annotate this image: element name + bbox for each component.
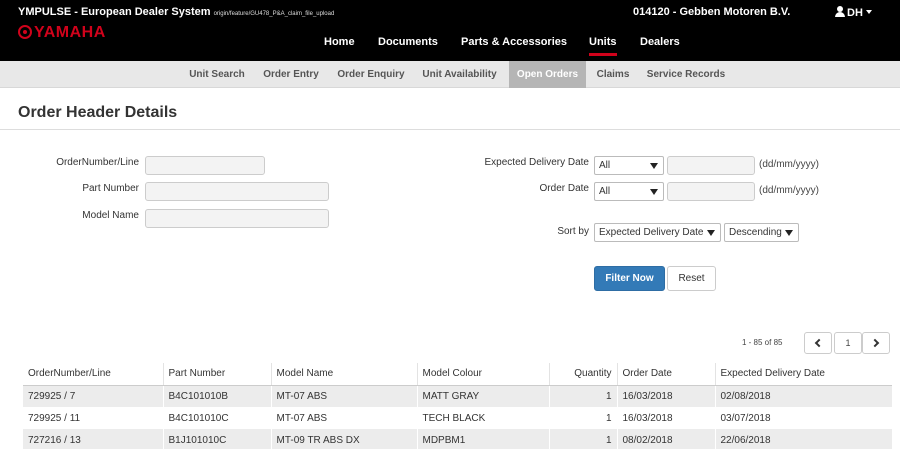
part-number-label: Part Number: [82, 183, 139, 194]
column-header-expected-delivery[interactable]: Expected Delivery Date: [715, 363, 892, 386]
chevron-left-icon: [814, 338, 824, 348]
dealer-name: 014120 - Gebben Motoren B.V.: [633, 6, 791, 18]
sort-direction-select[interactable]: Descending: [724, 223, 799, 242]
cell-model-name: MT-07 ABS: [271, 407, 418, 429]
next-page-button[interactable]: [862, 332, 890, 354]
cell-part-number: B4C101010B: [163, 385, 272, 407]
sort-by-label: Sort by: [557, 226, 589, 237]
branch-name: origin/feature/GU478_P&A_claim_file_uplo…: [213, 11, 335, 17]
column-header-model-colour[interactable]: Model Colour: [417, 363, 550, 386]
nav-units[interactable]: Units: [589, 36, 617, 56]
column-header-part-number[interactable]: Part Number: [163, 363, 272, 386]
subnav-service-records[interactable]: Service Records: [643, 61, 729, 88]
dropdown-arrow-icon: [650, 189, 658, 195]
reset-button[interactable]: Reset: [667, 266, 716, 291]
subnav-order-entry[interactable]: Order Entry: [257, 61, 325, 88]
order-date-input[interactable]: [667, 182, 755, 201]
nav-home[interactable]: Home: [324, 36, 355, 48]
logo-text: YAMAHA: [34, 24, 106, 41]
order-date-label: Order Date: [539, 183, 589, 194]
system-title: YMPULSE - European Dealer System origin/f…: [18, 6, 334, 18]
order-date-format-hint: (dd/mm/yyyy): [759, 185, 819, 196]
top-header-bar: YMPULSE - European Dealer System origin/f…: [0, 0, 900, 61]
tuning-fork-logo-icon: [18, 25, 32, 39]
cell-order-date: 16/03/2018: [617, 407, 716, 429]
cell-order-number: 729925 / 7: [23, 385, 164, 407]
cell-model-colour: MDPBM1: [417, 429, 550, 449]
yamaha-logo[interactable]: YAMAHA: [18, 24, 106, 42]
cell-quantity: 1: [549, 407, 618, 429]
subnav-order-enquiry[interactable]: Order Enquiry: [333, 61, 409, 88]
cell-order-number: 729925 / 11: [23, 407, 164, 429]
model-name-input[interactable]: [145, 209, 329, 228]
subnav-unit-search[interactable]: Unit Search: [183, 61, 251, 88]
cell-quantity: 1: [549, 385, 618, 407]
nav-parts-accessories[interactable]: Parts & Accessories: [461, 36, 567, 48]
expected-delivery-select[interactable]: All: [594, 156, 664, 175]
column-header-order-date[interactable]: Order Date: [617, 363, 716, 386]
nav-dealers[interactable]: Dealers: [640, 36, 680, 48]
dropdown-arrow-icon: [650, 163, 658, 169]
results-count: 1 - 85 of 85: [742, 338, 783, 347]
prev-page-button[interactable]: [804, 332, 832, 354]
expected-delivery-date-input[interactable]: [667, 156, 755, 175]
cell-model-colour: TECH BLACK: [417, 407, 550, 429]
user-icon: [835, 6, 845, 17]
nav-documents[interactable]: Documents: [378, 36, 438, 48]
sort-field-selected: Expected Delivery Date: [599, 227, 704, 238]
dropdown-arrow-icon: [707, 230, 715, 236]
subnav-unit-availability[interactable]: Unit Availability: [417, 61, 502, 88]
column-header-quantity[interactable]: Quantity: [549, 363, 618, 386]
cell-order-date: 16/03/2018: [617, 385, 716, 407]
expected-delivery-format-hint: (dd/mm/yyyy): [759, 159, 819, 170]
open-orders-table: OrderNumber/Line Part Number Model Name …: [23, 363, 892, 449]
expected-delivery-selected: All: [599, 160, 611, 171]
system-title-text: YMPULSE - European Dealer System: [18, 6, 211, 18]
cell-order-date: 08/02/2018: [617, 429, 716, 449]
cell-expected-delivery: 03/07/2018: [720, 412, 771, 424]
cell-part-number: B4C101010C: [163, 407, 272, 429]
table-header-row: OrderNumber/Line Part Number Model Name …: [23, 363, 892, 386]
filter-now-button[interactable]: Filter Now: [594, 266, 665, 291]
chevron-right-icon: [870, 338, 880, 348]
sub-navigation: Unit Search Order Entry Order Enquiry Un…: [0, 61, 900, 88]
table-row[interactable]: 727216 / 13 B1J101010C MT-09 TR ABS DX M…: [23, 429, 892, 449]
cell-model-name: MT-09 TR ABS DX: [271, 429, 418, 449]
order-date-selected: All: [599, 186, 611, 197]
sort-field-select[interactable]: Expected Delivery Date: [594, 223, 721, 242]
page-title: Order Header Details: [18, 104, 178, 121]
title-divider: [0, 129, 900, 130]
dropdown-arrow-icon: [785, 230, 793, 236]
part-number-input[interactable]: [145, 182, 329, 201]
column-header-model-name[interactable]: Model Name: [271, 363, 418, 386]
order-number-input[interactable]: [145, 156, 265, 175]
subnav-open-orders[interactable]: Open Orders: [509, 61, 586, 88]
sort-direction-selected: Descending: [729, 227, 782, 238]
cell-expected-delivery: 02/08/2018: [715, 385, 892, 407]
caret-down-icon: [865, 10, 872, 14]
model-name-label: Model Name: [82, 210, 139, 221]
cell-order-number: 727216 / 13: [23, 429, 164, 449]
subnav-claims[interactable]: Claims: [591, 61, 635, 88]
cell-expected-delivery: 22/06/2018: [715, 429, 892, 449]
cell-model-name: MT-07 ABS: [271, 385, 418, 407]
table-row[interactable]: 729925 / 7 B4C101010B MT-07 ABS MATT GRA…: [23, 385, 892, 407]
page-number-button[interactable]: 1: [834, 332, 862, 354]
column-header-order-number[interactable]: OrderNumber/Line: [23, 363, 164, 386]
expected-delivery-label: Expected Delivery Date: [484, 157, 590, 168]
user-initials: DH: [847, 7, 863, 19]
table-row[interactable]: 729925 / 11 B4C101010C MT-07 ABS TECH BL…: [23, 407, 892, 429]
user-menu[interactable]: DH: [835, 6, 872, 19]
order-number-label: OrderNumber/Line: [56, 157, 139, 168]
cell-model-colour: MATT GRAY: [417, 385, 550, 407]
cell-part-number: B1J101010C: [163, 429, 272, 449]
order-date-select[interactable]: All: [594, 182, 664, 201]
cell-quantity: 1: [549, 429, 618, 449]
